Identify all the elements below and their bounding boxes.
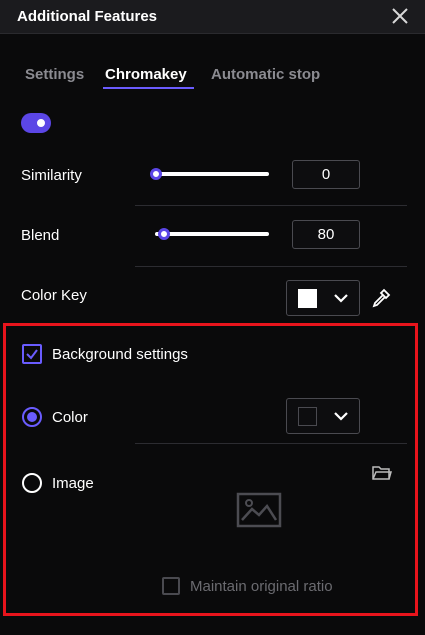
- blend-slider-track: [155, 232, 269, 236]
- color-key-label: Color Key: [21, 287, 87, 304]
- toggle-knob: [34, 116, 48, 130]
- chevron-down-icon: [334, 412, 348, 421]
- similarity-slider-track: [155, 172, 269, 176]
- maintain-ratio-checkbox[interactable]: [162, 577, 180, 595]
- blend-input[interactable]: [292, 220, 360, 249]
- folder-icon[interactable]: [372, 465, 392, 481]
- tab-settings[interactable]: Settings: [25, 66, 84, 83]
- background-color-dropdown[interactable]: [286, 398, 360, 434]
- eyedropper-icon[interactable]: [370, 287, 392, 309]
- blend-label: Blend: [21, 227, 60, 244]
- similarity-slider[interactable]: [150, 165, 269, 183]
- background-settings-label: Background settings: [52, 346, 188, 363]
- divider: [135, 205, 407, 206]
- color-radio[interactable]: [22, 407, 42, 427]
- tab-automatic-stop[interactable]: Automatic stop: [211, 66, 320, 83]
- image-radio[interactable]: [22, 473, 42, 493]
- background-settings-checkbox[interactable]: [22, 344, 42, 364]
- color-key-swatch: [298, 289, 317, 308]
- background-settings-highlight: [3, 323, 418, 616]
- blend-slider-knob[interactable]: [158, 228, 170, 240]
- close-icon[interactable]: [390, 6, 410, 26]
- divider: [135, 443, 407, 444]
- color-key-dropdown[interactable]: [286, 280, 360, 316]
- title-bar: Additional Features: [0, 0, 425, 34]
- color-option-label: Color: [52, 409, 88, 426]
- divider: [135, 266, 407, 267]
- similarity-label: Similarity: [21, 167, 82, 184]
- tab-chromakey[interactable]: Chromakey: [105, 66, 187, 83]
- similarity-input[interactable]: [292, 160, 360, 189]
- image-option-label: Image: [52, 475, 94, 492]
- tab-bar: Settings Chromakey Automatic stop: [0, 60, 425, 92]
- chromakey-toggle[interactable]: [21, 113, 51, 133]
- background-color-swatch: [298, 407, 317, 426]
- image-placeholder-icon: [236, 492, 282, 528]
- chevron-down-icon: [334, 294, 348, 303]
- maintain-ratio-label: Maintain original ratio: [190, 578, 333, 595]
- active-tab-indicator: [103, 87, 194, 89]
- similarity-slider-knob[interactable]: [150, 168, 162, 180]
- radio-dot: [27, 412, 37, 422]
- window-title: Additional Features: [17, 8, 158, 25]
- blend-slider[interactable]: [155, 225, 269, 243]
